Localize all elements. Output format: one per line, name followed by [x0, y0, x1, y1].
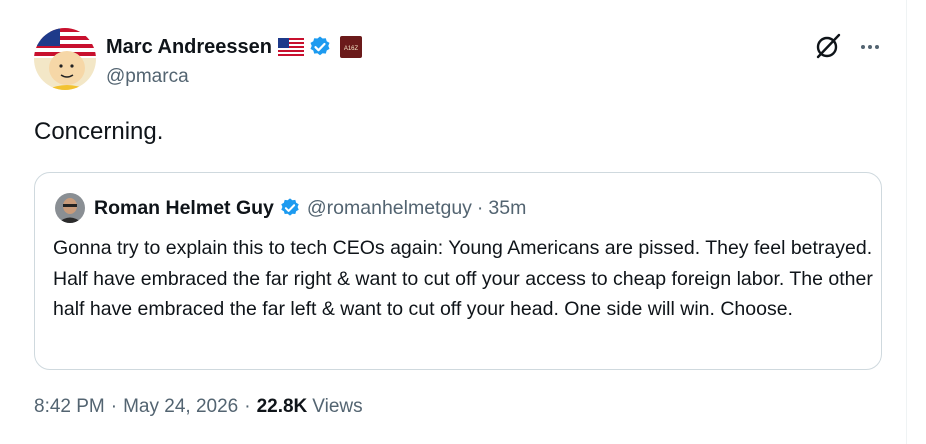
quoted-tweet-text: Gonna try to explain this to tech CEOs a…: [53, 237, 873, 320]
verified-badge-icon[interactable]: [308, 35, 332, 59]
more-options-icon[interactable]: [858, 35, 882, 59]
tweet-date[interactable]: May 24, 2026: [123, 396, 238, 418]
quoted-separator: ·: [476, 196, 484, 219]
tweet-meta: 8:42 PM · May 24, 2026 · 22.8K Views: [34, 396, 363, 418]
tweet-time[interactable]: 8:42 PM: [34, 396, 105, 418]
quoted-tweet-card[interactable]: Roman Helmet Guy @romanhelmetguy · 35m G…: [34, 172, 882, 370]
meta-separator: ·: [244, 396, 251, 417]
views-count[interactable]: 22.8K: [257, 396, 308, 418]
author-display-name[interactable]: Marc Andreessen: [106, 36, 272, 59]
views-label: Views: [312, 396, 363, 417]
quoted-author-avatar[interactable]: [55, 193, 85, 223]
meta-separator: ·: [110, 396, 118, 417]
timeline-border: [906, 0, 907, 444]
author-handle[interactable]: @pmarca: [106, 66, 189, 88]
author-avatar[interactable]: [34, 28, 96, 90]
grok-icon[interactable]: [814, 32, 842, 60]
affiliation-badge-icon[interactable]: A16Z: [340, 36, 362, 58]
quoted-author-name[interactable]: Roman Helmet Guy: [94, 197, 274, 220]
quoted-timestamp[interactable]: 35m: [488, 197, 526, 220]
us-flag-icon: [278, 38, 304, 56]
quoted-tweet-header: Roman Helmet Guy @romanhelmetguy · 35m: [94, 195, 526, 221]
author-name-row: Marc Andreessen A16Z: [106, 33, 362, 61]
quoted-verified-badge-icon: [279, 197, 301, 219]
quoted-author-handle[interactable]: @romanhelmetguy: [307, 197, 472, 220]
tweet-text: Concerning.: [34, 118, 164, 145]
svg-text:A16Z: A16Z: [344, 46, 359, 52]
